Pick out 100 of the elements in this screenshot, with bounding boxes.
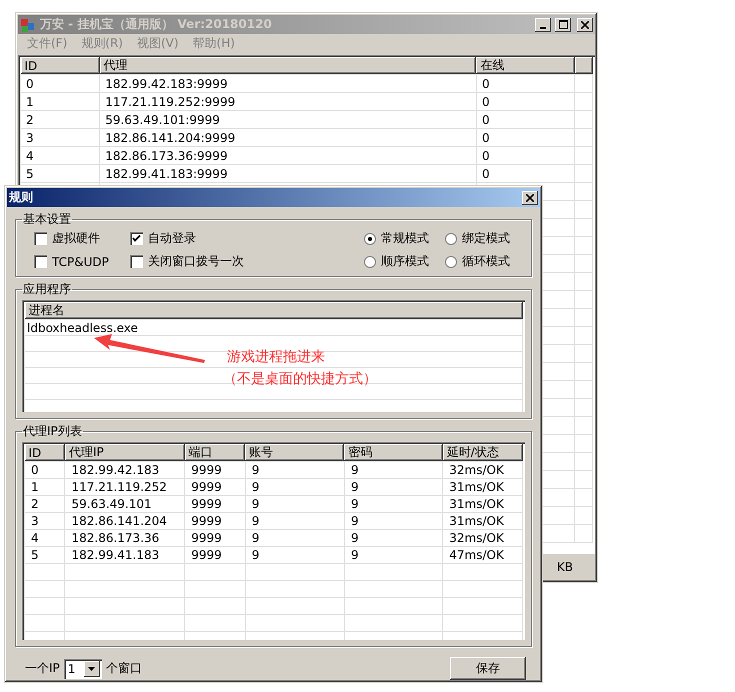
table-cell: 9 bbox=[344, 512, 443, 530]
table-cell: 2 bbox=[20, 110, 100, 128]
status-text: KB bbox=[556, 560, 573, 574]
table-cell: 5 bbox=[24, 546, 65, 564]
table-cell: 32ms/OK bbox=[442, 462, 522, 478]
table-cell: 4 bbox=[20, 146, 100, 164]
table-cell: 47ms/OK bbox=[442, 546, 522, 564]
table-cell: 59.63.49.101 bbox=[64, 496, 185, 512]
table-cell: ldboxheadless.exe bbox=[24, 320, 522, 336]
column-header[interactable]: 账号 bbox=[245, 444, 344, 462]
table-cell: 9 bbox=[344, 546, 443, 564]
table-cell: 1 bbox=[24, 478, 65, 496]
radio-label: 顺序模式 bbox=[381, 253, 429, 270]
table-cell: 0 bbox=[476, 110, 575, 128]
table-cell: 9999 bbox=[184, 496, 246, 512]
checkbox-label: 自动登录 bbox=[148, 230, 196, 247]
minimize-button[interactable] bbox=[535, 18, 551, 32]
radio-button[interactable] bbox=[364, 232, 376, 244]
table-cell: 9 bbox=[245, 546, 344, 564]
table-cell: 182.99.41.183 bbox=[64, 546, 185, 564]
column-header[interactable]: 代理IP bbox=[64, 444, 185, 462]
column-header[interactable]: 在线 bbox=[476, 57, 575, 74]
table-cell: 31ms/OK bbox=[442, 478, 522, 496]
checkbox[interactable] bbox=[34, 232, 47, 245]
column-header[interactable]: ID bbox=[24, 444, 65, 462]
dialog-title: 规则 bbox=[9, 189, 34, 206]
table-cell: 0 bbox=[476, 164, 575, 182]
table-cell: 182.99.42.183:9999 bbox=[100, 74, 476, 92]
close-button[interactable] bbox=[577, 18, 593, 32]
maximize-button[interactable] bbox=[555, 18, 571, 32]
radio-label: 常规模式 bbox=[381, 230, 429, 247]
annotation-text: （不是桌面的快捷方式） bbox=[223, 370, 377, 388]
field-label: 一个IP bbox=[25, 660, 60, 677]
table-cell: 9 bbox=[245, 512, 344, 530]
table-cell: 4 bbox=[24, 530, 65, 546]
checkbox[interactable] bbox=[130, 255, 143, 268]
table-cell: 59.63.49.101:9999 bbox=[100, 110, 476, 128]
radio-label: 绑定模式 bbox=[462, 230, 510, 247]
group-label: 代理IP列表 bbox=[22, 423, 83, 440]
table-cell: 117.21.119.252 bbox=[64, 478, 185, 496]
table-cell: 5 bbox=[20, 164, 100, 182]
group-label: 基本设置 bbox=[22, 211, 72, 228]
table-cell: 9999 bbox=[184, 546, 246, 564]
table-cell: 1 bbox=[20, 92, 100, 110]
group-label: 应用程序 bbox=[22, 281, 72, 298]
table-cell: 9 bbox=[245, 530, 344, 546]
table-cell: 9 bbox=[344, 478, 443, 496]
table-cell: 9 bbox=[245, 496, 344, 512]
table-cell: 9 bbox=[344, 496, 443, 512]
table-cell: 0 bbox=[476, 128, 575, 146]
column-header[interactable]: ID bbox=[20, 57, 100, 74]
table-cell: 0 bbox=[476, 146, 575, 164]
table-cell: 0 bbox=[24, 462, 65, 478]
column-header[interactable]: 密码 bbox=[344, 444, 443, 462]
column-header[interactable]: 进程名 bbox=[24, 302, 522, 320]
checkbox[interactable] bbox=[34, 255, 47, 268]
table-cell: 182.99.41.183:9999 bbox=[100, 164, 476, 182]
radio-button[interactable] bbox=[364, 256, 376, 268]
checkbox-label: 关闭窗口拨号一次 bbox=[148, 253, 244, 270]
close-icon bbox=[526, 194, 534, 202]
radio-button[interactable] bbox=[445, 256, 457, 268]
radio-button[interactable] bbox=[445, 232, 457, 244]
table-cell: 117.21.119.252:9999 bbox=[100, 92, 476, 110]
checkbox-label: 虚拟硬件 bbox=[52, 230, 100, 247]
checkbox[interactable] bbox=[130, 232, 143, 245]
window-count-dropdown[interactable]: 1 bbox=[64, 658, 102, 678]
minimize-icon bbox=[540, 26, 546, 28]
app-icon bbox=[20, 16, 36, 32]
table-cell: 182.86.141.204 bbox=[64, 512, 185, 530]
table-cell: 9 bbox=[245, 462, 344, 478]
table-cell: 9999 bbox=[184, 530, 246, 546]
column-header[interactable]: 代理 bbox=[100, 57, 476, 74]
table-cell: 31ms/OK bbox=[442, 512, 522, 530]
table-cell: 3 bbox=[24, 512, 65, 530]
checkbox-label: TCP&UDP bbox=[52, 254, 109, 268]
table-cell: 9999 bbox=[184, 478, 246, 496]
table-cell: 3 bbox=[20, 128, 100, 146]
field-label: 个窗口 bbox=[106, 660, 142, 677]
table-cell: 182.99.42.183 bbox=[64, 462, 185, 478]
column-header[interactable]: 延时/状态 bbox=[442, 444, 522, 462]
table-cell: 32ms/OK bbox=[442, 530, 522, 546]
table-cell: 0 bbox=[20, 74, 100, 92]
column-header[interactable]: 端口 bbox=[184, 444, 246, 462]
save-button[interactable]: 保存 bbox=[450, 657, 526, 680]
close-button[interactable] bbox=[522, 190, 538, 204]
table-cell: 182.86.141.204:9999 bbox=[100, 128, 476, 146]
maximize-icon bbox=[558, 20, 568, 29]
annotation-text: 游戏进程拖进来 bbox=[227, 348, 326, 366]
table-cell: 182.86.173.36:9999 bbox=[100, 146, 476, 164]
table-cell: 0 bbox=[476, 92, 575, 110]
close-icon bbox=[581, 20, 589, 28]
table-cell: 9 bbox=[245, 478, 344, 496]
table-cell: 9999 bbox=[184, 462, 246, 478]
dropdown-arrow-icon bbox=[88, 666, 96, 670]
table-cell: 9999 bbox=[184, 512, 246, 530]
table-cell: 2 bbox=[24, 496, 65, 512]
table-cell: 9 bbox=[344, 530, 443, 546]
table-cell: 31ms/OK bbox=[442, 496, 522, 512]
table-cell: 0 bbox=[476, 74, 575, 92]
window-title: 万安 - 挂机宝（通用版） Ver:20180120 bbox=[40, 16, 273, 33]
